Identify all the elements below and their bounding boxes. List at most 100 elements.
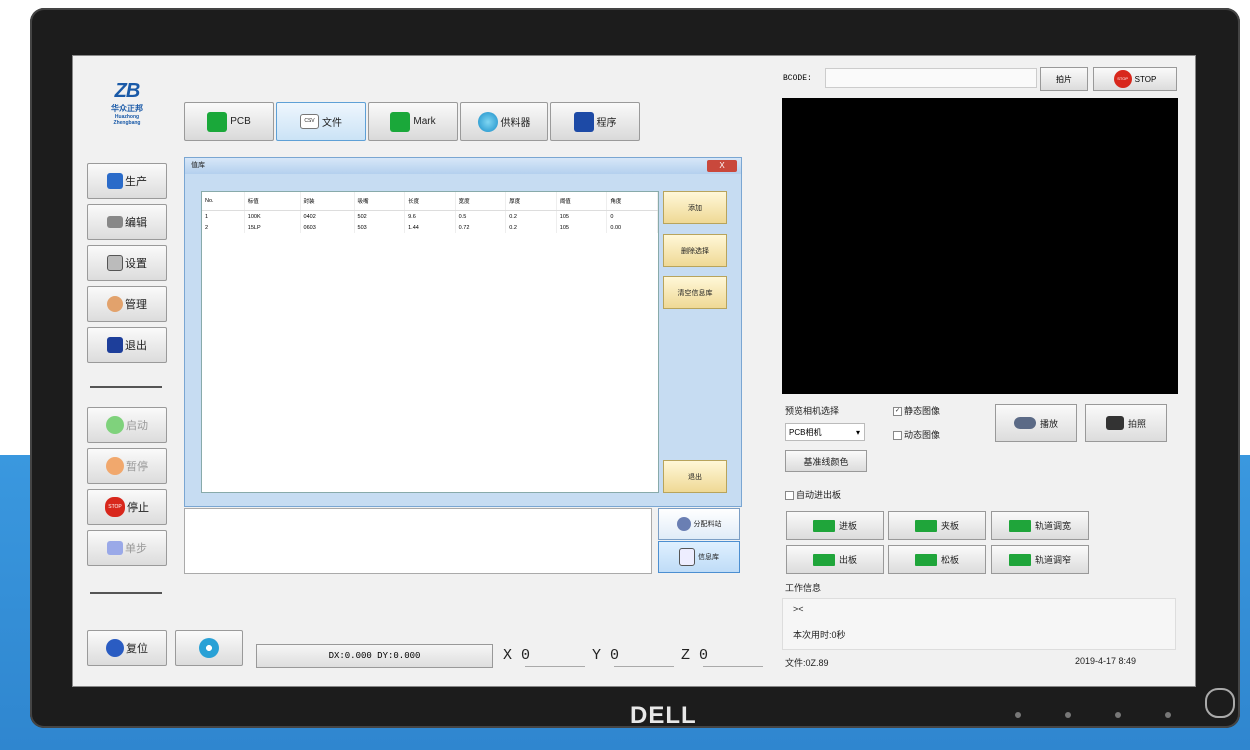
file-icon: CSV [300, 114, 319, 129]
widen-icon [1008, 519, 1031, 532]
table-row[interactable]: 1 100K 0402 502 9.6 0.5 0.2 105 0 [202, 210, 658, 222]
col-value[interactable]: 标值 [244, 192, 301, 211]
mark-icon [390, 111, 411, 132]
col-width[interactable]: 宽度 [455, 192, 507, 211]
release-button[interactable]: 松板 [888, 545, 986, 574]
toolbar-file-button[interactable]: CSV 文件 [276, 102, 366, 141]
toolbar-label: 程序 [596, 118, 617, 129]
emergency-stop-button[interactable]: STOP STOP [1093, 67, 1177, 91]
sidebar-label: 暂停 [126, 461, 148, 473]
sidebar-label: 启动 [126, 420, 148, 432]
table-cell: 15LP [244, 222, 301, 233]
dynamic-image-checkbox[interactable]: 动态图像 [893, 428, 940, 441]
sidebar-label: 单步 [125, 543, 147, 555]
crosshair-icon [199, 638, 219, 658]
feeder-icon [477, 111, 498, 132]
clear-library-button[interactable]: 清空信息库 [663, 276, 727, 309]
sidebar-stop-button[interactable]: STOP 停止 [87, 489, 167, 525]
sidebar-edit-button[interactable]: 编辑 [87, 204, 167, 240]
table-cell: 503 [354, 222, 406, 233]
monitor-button[interactable] [1165, 712, 1171, 718]
delete-selected-button[interactable]: 删除选择 [663, 234, 727, 267]
toolbar-program-button[interactable]: 程序 [550, 102, 640, 141]
clamp-button[interactable]: 夹板 [888, 511, 986, 540]
monitor-button[interactable] [1065, 712, 1071, 718]
rail-widen-button[interactable]: 轨道调宽 [991, 511, 1089, 540]
logo-mark: ZB [114, 80, 141, 102]
camera-select[interactable]: PCB相机 ▾ [785, 423, 865, 441]
table-cell: 100K [244, 210, 301, 222]
crosshair-color-button[interactable]: 基准线颜色 [785, 450, 867, 472]
dialog-exit-button[interactable]: 退出 [663, 460, 727, 493]
table-cell: 0402 [300, 210, 355, 222]
table-cell: 105 [556, 210, 608, 222]
library-button[interactable]: 信息库 [658, 541, 740, 573]
sidebar-manage-button[interactable]: 管理 [87, 286, 167, 322]
col-threshold[interactable]: 阈值 [556, 192, 608, 211]
rail-narrow-button[interactable]: 轨道调窄 [991, 545, 1089, 574]
assign-station-button[interactable]: 分配料站 [658, 508, 740, 540]
file-name: 文件:0Z.89 [785, 658, 829, 668]
col-nozzle[interactable]: 吸嘴 [354, 192, 406, 211]
table-cell: 105 [556, 222, 608, 233]
monitor-button[interactable] [1115, 712, 1121, 718]
work-info-title: 工作信息 [785, 583, 822, 593]
target-button[interactable] [175, 630, 243, 666]
rail-label: 松板 [940, 555, 959, 565]
sidebar-label: 编辑 [125, 217, 147, 229]
work-info-box: >< 本次用时:0秒 [782, 598, 1176, 650]
sidebar-production-button[interactable]: 生产 [87, 163, 167, 199]
col-angle[interactable]: 角度 [606, 192, 658, 211]
table-cell: 0.2 [505, 222, 557, 233]
sidebar-exit-button[interactable]: 退出 [87, 327, 167, 363]
reset-button[interactable]: 复位 [87, 630, 167, 666]
settings-icon [107, 255, 123, 271]
capture-button[interactable]: 拍照 [1085, 404, 1167, 442]
board-out-button[interactable]: 出板 [786, 545, 884, 574]
static-image-checkbox[interactable]: ✓ 静态图像 [893, 404, 940, 417]
rail-label: 轨道调窄 [1034, 555, 1071, 565]
sidebar-start-button[interactable]: 启动 [87, 407, 167, 443]
table-cell: 0 [606, 210, 658, 222]
auto-board-checkbox[interactable]: 自动进出板 [785, 488, 841, 501]
power-button-icon[interactable] [1205, 688, 1235, 718]
sidebar-label: 生产 [125, 176, 147, 188]
close-icon[interactable]: X [707, 160, 737, 172]
col-thickness[interactable]: 厚度 [505, 192, 557, 211]
table-cell: 2 [202, 222, 245, 233]
user-icon [107, 296, 123, 312]
col-length[interactable]: 长度 [404, 192, 456, 211]
table-cell: 1.44 [404, 222, 456, 233]
board-out-icon [812, 553, 835, 566]
col-no[interactable]: No. [202, 192, 245, 211]
sidebar-pause-button[interactable]: 暂停 [87, 448, 167, 484]
edit-icon [107, 216, 123, 228]
table-cell: 502 [354, 210, 406, 222]
col-package[interactable]: 封装 [300, 192, 355, 211]
table-row[interactable]: 2 15LP 0603 503 1.44 0.72 0.2 105 0.00 [202, 222, 658, 233]
toolbar-mark-button[interactable]: Mark [368, 102, 458, 141]
table-header-row: No. 标值 封装 吸嘴 长度 宽度 厚度 阈值 角度 [202, 192, 658, 211]
step-icon [107, 541, 123, 555]
toolbar-feeder-button[interactable]: 供料器 [460, 102, 548, 141]
barcode-input[interactable] [825, 68, 1037, 88]
table-cell: 0.00 [606, 222, 658, 233]
toolbar-pcb-button[interactable]: PCB [184, 102, 274, 141]
y-field [614, 644, 674, 667]
sidebar-label: 管理 [125, 299, 147, 311]
toolbar-label: Mark [413, 116, 436, 127]
sidebar-settings-button[interactable]: 设置 [87, 245, 167, 281]
company-logo: ZB 华众正邦 Huazhong Zhengbang [102, 80, 152, 126]
snap-button[interactable]: 拍片 [1040, 67, 1088, 91]
table-cell: 0603 [300, 222, 355, 233]
rail-label: 出板 [838, 555, 857, 565]
binoculars-icon [1013, 417, 1036, 429]
monitor-button[interactable] [1015, 712, 1021, 718]
sidebar-step-button[interactable]: 单步 [87, 530, 167, 566]
pause-icon [106, 457, 124, 475]
value-library-dialog: 值库 X No. 标值 封装 吸嘴 长度 宽度 厚度 阈值 角度 1 100K … [184, 157, 742, 507]
play-button[interactable]: 播放 [995, 404, 1077, 442]
add-button[interactable]: 添加 [663, 191, 727, 224]
board-in-button[interactable]: 进板 [786, 511, 884, 540]
camera-icon [1105, 416, 1124, 430]
